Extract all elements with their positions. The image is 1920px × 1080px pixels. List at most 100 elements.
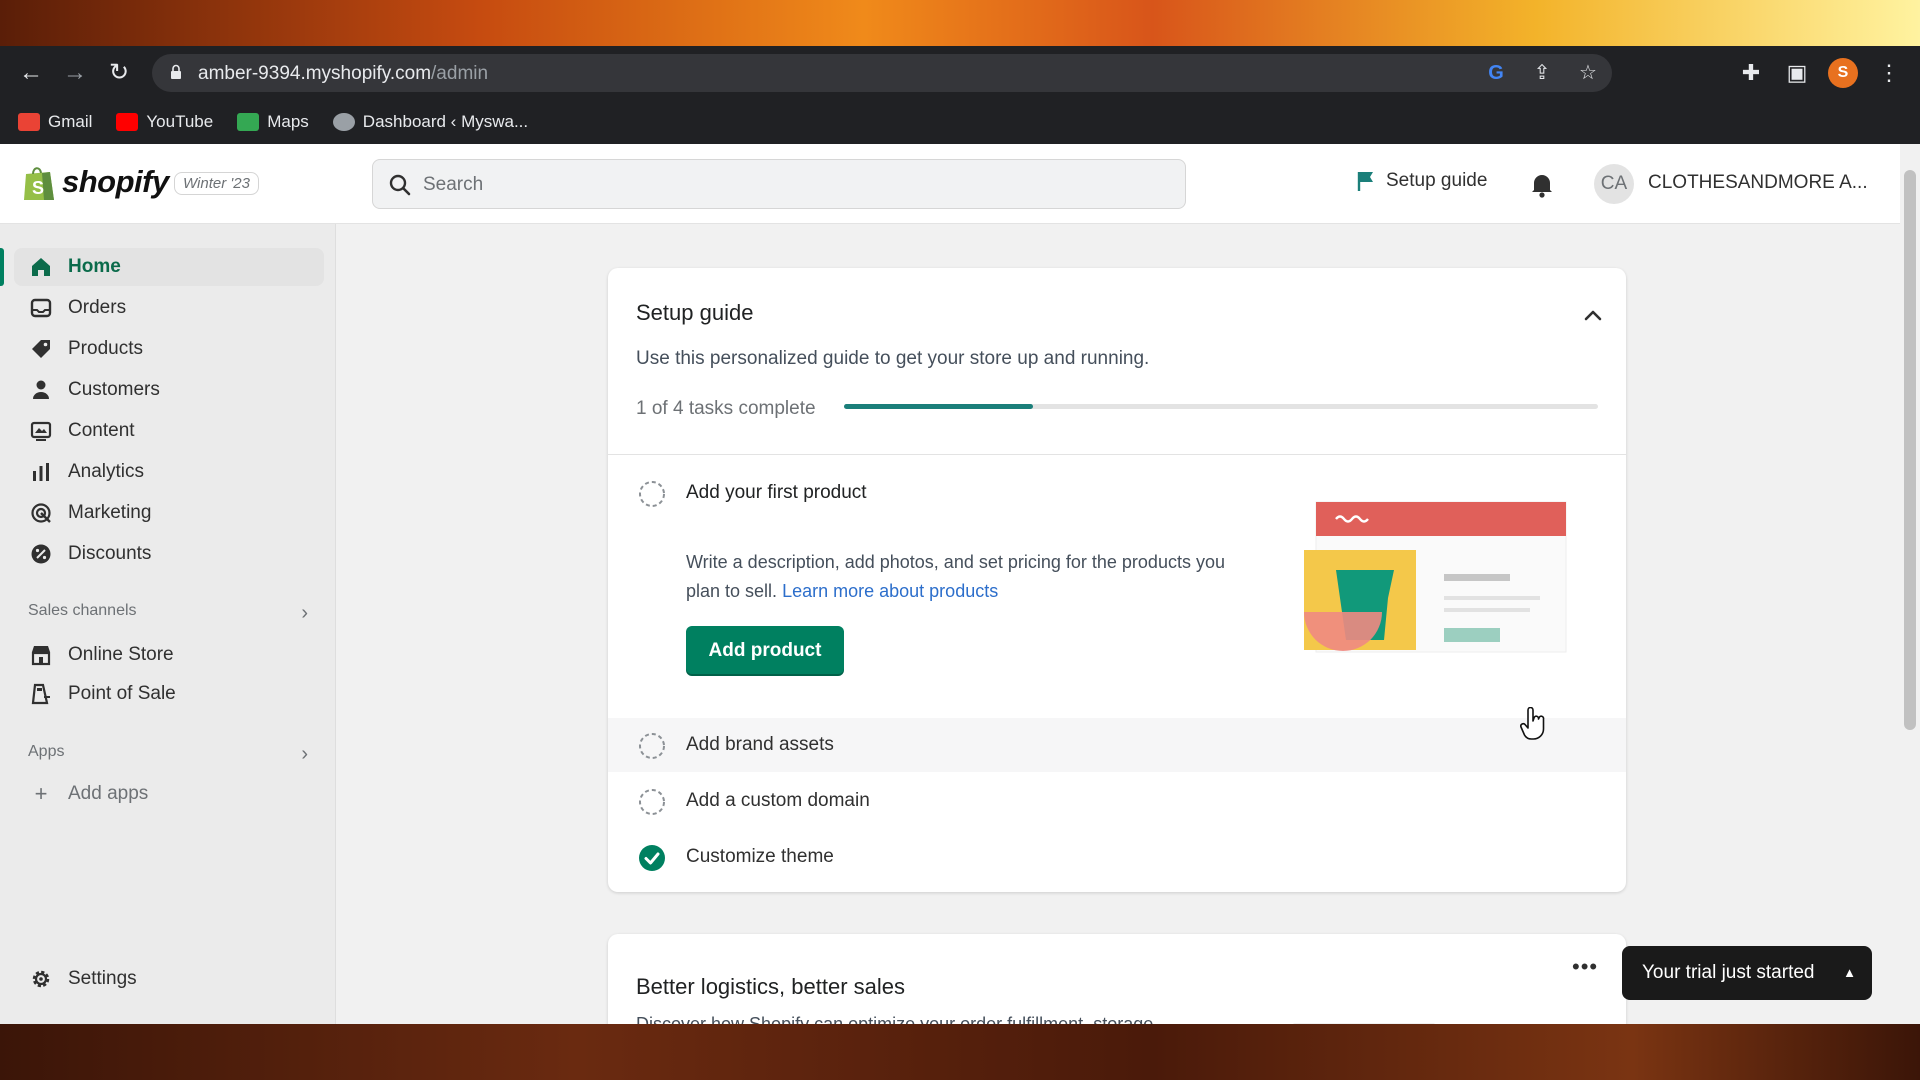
sidebar-item-label: Add apps [68, 783, 149, 804]
search-input[interactable]: Search [372, 159, 1186, 209]
sidebar-item-label: Discounts [68, 543, 152, 564]
sidebar-item-settings[interactable]: Settings [14, 960, 324, 998]
bookmark-maps[interactable]: Maps [237, 112, 309, 132]
progress-bar [844, 404, 1598, 409]
scroll-thumb[interactable] [1904, 170, 1916, 730]
edition-badge: Winter '23 [174, 172, 259, 195]
profile-avatar[interactable]: S [1828, 58, 1858, 88]
task-add-brand-assets[interactable]: Add brand assets [608, 718, 1626, 772]
sidebar-item-marketing[interactable]: Marketing [14, 494, 324, 532]
address-bar[interactable]: amber-9394.myshopify.com/admin G ⇪ ☆ [152, 54, 1612, 92]
sidebar-item-analytics[interactable]: Analytics [14, 453, 324, 491]
progress-text: 1 of 4 tasks complete [636, 398, 816, 419]
add-product-button[interactable]: Add product [686, 626, 844, 676]
home-icon [32, 258, 50, 276]
sidebar-item-products[interactable]: Products [14, 330, 324, 368]
dashed-circle-icon [639, 789, 665, 815]
chevron-up-icon[interactable] [1582, 304, 1604, 326]
star-icon[interactable]: ☆ [1574, 59, 1602, 87]
flag-icon [1357, 172, 1373, 191]
task-title: Add your first product [686, 482, 867, 503]
bookmark-gmail[interactable]: Gmail [18, 112, 92, 132]
sidebar-item-label: Home [68, 256, 121, 277]
apps-title: Apps [28, 743, 65, 760]
sidebar-item-discounts[interactable]: Discounts [14, 535, 324, 573]
setup-guide-card: Setup guide Use this personalized guide … [608, 268, 1626, 892]
content-icon [30, 421, 52, 441]
sidebar-item-content[interactable]: Content [14, 412, 324, 450]
logistics-card: Better logistics, better sales ••• Disco… [608, 934, 1626, 1024]
svg-text:S: S [32, 178, 44, 198]
bookmark-dashboard[interactable]: Dashboard ‹ Myswa... [332, 112, 529, 132]
task-add-first-product[interactable]: Add your first product Write a descripti… [608, 466, 1626, 716]
back-arrow-icon[interactable]: ← [16, 58, 46, 88]
url-path: /admin [431, 63, 489, 84]
gear-icon [32, 970, 50, 988]
browser-chrome: ← → ↻ amber-9394.myshopify.com/admin G ⇪… [0, 46, 1920, 144]
task-description: Write a description, add photos, and set… [686, 548, 1246, 606]
share-icon[interactable]: ⇪ [1528, 59, 1556, 87]
sales-channels-title: Sales channels [28, 602, 137, 619]
url-host: amber-9394.myshopify.com [198, 63, 432, 84]
video-frame-top [0, 0, 1920, 46]
side-panel-icon[interactable]: ▣ [1782, 58, 1812, 88]
store-avatar[interactable]: CA [1594, 164, 1634, 204]
forward-arrow-icon[interactable]: → [60, 58, 90, 88]
menu-kebab-icon[interactable]: ⋮ [1874, 58, 1904, 88]
setup-guide-link[interactable]: Setup guide [1356, 170, 1487, 192]
youtube-icon [116, 113, 139, 131]
bell-icon[interactable] [1528, 170, 1556, 198]
store-name[interactable]: CLOTHESANDMORE A... [1648, 172, 1868, 194]
search-icon [389, 174, 411, 196]
sidebar-item-label: Orders [68, 297, 127, 318]
tag-icon [32, 340, 50, 358]
bookmark-label: Dashboard ‹ Myswa... [362, 112, 529, 131]
apps-heading[interactable]: Apps › [28, 743, 308, 766]
trial-label: Your trial just started [1642, 962, 1815, 983]
sidebar-item-customers[interactable]: Customers [14, 371, 324, 409]
sidebar-item-label: Online Store [68, 644, 174, 665]
sidebar-item-add-apps[interactable]: + Add apps [14, 775, 324, 813]
trial-banner[interactable]: Your trial just started ▲ [1622, 946, 1872, 1000]
sidebar-item-label: Products [68, 338, 143, 359]
reload-icon[interactable]: ↻ [104, 58, 134, 88]
task-label: Add a custom domain [686, 790, 870, 811]
discount-icon [31, 544, 51, 564]
bookmark-label: YouTube [146, 112, 214, 131]
admin-topbar: S shopify Winter '23 Search Setup guide … [0, 144, 1900, 224]
gmail-icon [18, 113, 40, 131]
check-circle-icon [639, 845, 665, 871]
person-icon [33, 380, 49, 399]
sidebar-item-label: Content [68, 420, 135, 441]
shopify-bag-icon: S [24, 167, 54, 200]
lock-icon [171, 64, 181, 79]
sidebar-item-online-store[interactable]: Online Store [14, 636, 324, 674]
task-customize-theme[interactable]: Customize theme [608, 830, 1626, 884]
sidebar-item-orders[interactable]: Orders [14, 289, 324, 327]
sidebar-item-point-of-sale[interactable]: Point of Sale [14, 675, 324, 713]
more-options-icon[interactable]: ••• [1572, 954, 1598, 980]
sidebar-item-label: Analytics [68, 461, 145, 482]
wordpress-icon [332, 113, 355, 131]
sidebar-item-label: Customers [68, 379, 160, 400]
google-icon[interactable]: G [1482, 59, 1510, 87]
card-subtitle: Discover how Shopify can optimize your o… [636, 1014, 1154, 1024]
bookmark-youtube[interactable]: YouTube [116, 112, 213, 132]
sidebar-item-label: Settings [68, 968, 137, 989]
sales-channels-heading[interactable]: Sales channels › [28, 602, 308, 625]
product-illustration [1304, 501, 1567, 653]
extensions-icon[interactable]: ✚ [1736, 58, 1766, 88]
sidebar-item-home[interactable]: Home [14, 248, 324, 286]
sidebar-item-label: Point of Sale [68, 683, 176, 704]
logistics-illustration [1293, 1023, 1435, 1024]
learn-more-link[interactable]: Learn more about products [782, 581, 998, 601]
maps-icon [237, 113, 260, 131]
shopify-logo[interactable]: shopify [62, 164, 169, 200]
page-scrollbar[interactable] [1900, 144, 1920, 1024]
card-subtitle: Use this personalized guide to get your … [636, 348, 1150, 369]
task-add-custom-domain[interactable]: Add a custom domain [608, 774, 1626, 828]
omnibox-icons: G ⇪ ☆ [1482, 59, 1602, 87]
target-icon [31, 503, 51, 523]
active-indicator [0, 248, 4, 286]
card-divider [608, 454, 1626, 455]
